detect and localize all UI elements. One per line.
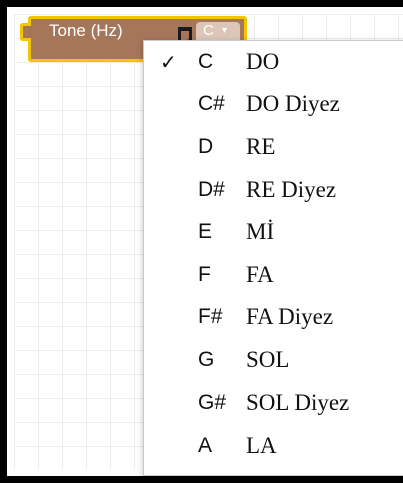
menu-item-f-sharp[interactable]: F# FA Diyez [144, 299, 403, 341]
menu-item-name: FA Diyez [246, 304, 334, 329]
menu-item-f[interactable]: F FA [144, 257, 403, 299]
menu-item-name: Mİ [246, 219, 275, 244]
menu-item-g-sharp[interactable]: G# SOL Diyez [144, 385, 403, 427]
menu-item-e[interactable]: E Mİ [144, 214, 403, 256]
menu-item-code: F [198, 263, 211, 286]
menu-item-code: C# [198, 92, 225, 115]
menu-item-name: DO [246, 49, 280, 74]
note-dropdown-value: C [203, 22, 214, 39]
menu-item-c[interactable]: ✓ C DO [144, 44, 403, 86]
block-label: Tone (Hz) [49, 21, 123, 40]
menu-item-code: D# [198, 178, 225, 201]
menu-item-code: F# [198, 305, 223, 328]
menu-item-code: C [198, 50, 214, 73]
menu-item-name: LA [246, 433, 277, 458]
menu-item-code: E [198, 220, 213, 243]
menu-item-name: SOL Diyez [246, 390, 350, 415]
chevron-down-icon: ▾ [222, 25, 228, 36]
menu-item-code: A [198, 434, 213, 457]
menu-item-a[interactable]: A LA [144, 428, 403, 470]
menu-item-code: G# [198, 391, 227, 414]
menu-item-name: DO Diyez [246, 91, 340, 116]
menu-item-name: RE Diyez [246, 177, 337, 202]
menu-item-code: G [198, 348, 215, 371]
menu-item-name: RE [246, 134, 276, 159]
menu-item-d-sharp[interactable]: D# RE Diyez [144, 172, 403, 214]
menu-item-g[interactable]: G SOL [144, 342, 403, 384]
menu-item-d[interactable]: D RE [144, 129, 403, 171]
check-icon: ✓ [160, 50, 177, 74]
block-connector [20, 23, 31, 41]
menu-item-code: D [198, 135, 214, 158]
menu-item-name: SOL [246, 347, 290, 372]
menu-item-name: FA [246, 262, 274, 287]
menu-item-c-sharp[interactable]: C# DO Diyez [144, 86, 403, 128]
note-dropdown-menu: ✓ C DO C# DO Diyez D RE D# RE Diyez E Mİ… [143, 40, 403, 476]
